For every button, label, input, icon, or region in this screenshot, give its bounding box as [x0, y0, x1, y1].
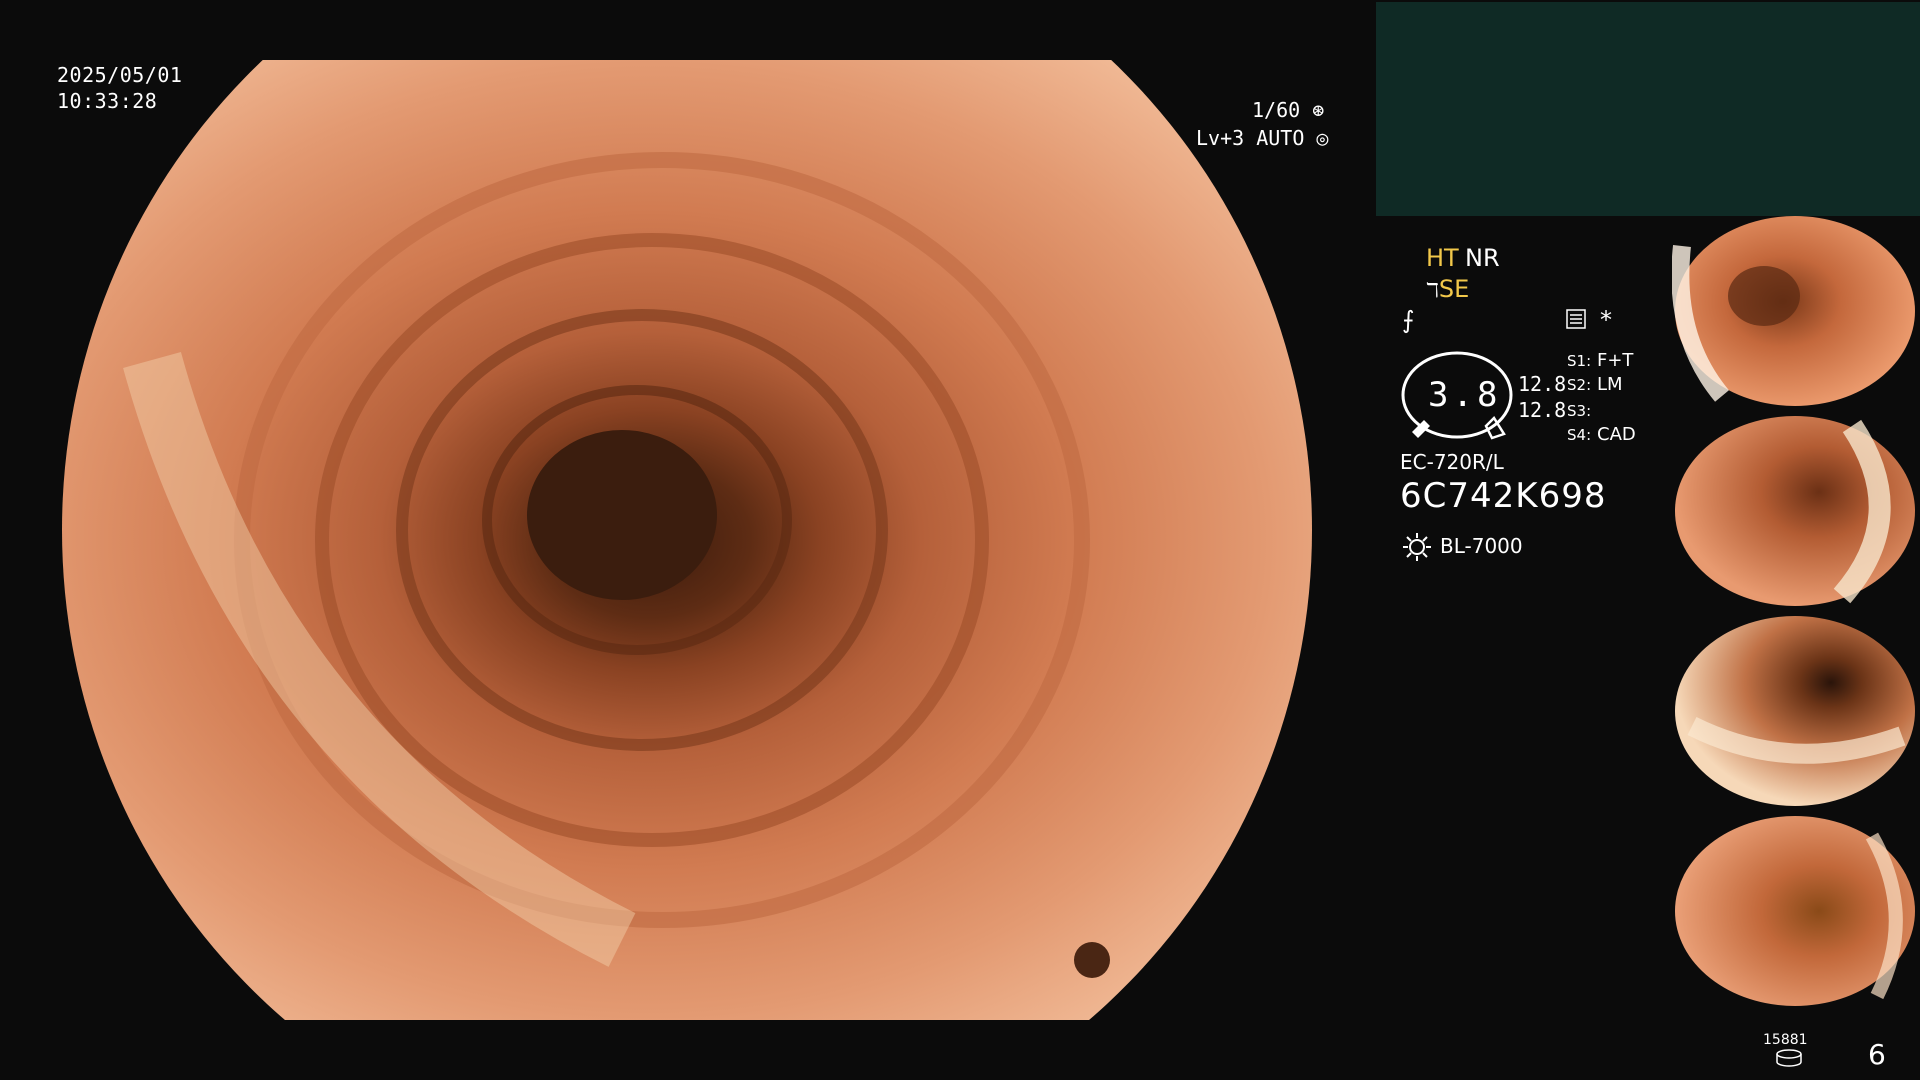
date-time: 2025/05/01 10:33:28 [57, 62, 182, 114]
level-label: Lv+3 AUTO [1196, 126, 1305, 150]
date-label: 2025/05/01 [57, 63, 183, 87]
switch-key: S1: [1567, 352, 1592, 370]
iris-icon: ◎ [1316, 126, 1329, 150]
flat-icon: ⨍ [1402, 306, 1415, 334]
wave-icon: ℸ [1426, 278, 1439, 302]
switch-value: CAD [1597, 424, 1636, 445]
capture-thumbnail[interactable] [1672, 816, 1918, 1006]
image-counter: 15881 [1763, 1032, 1808, 1048]
se-indicator: ℸSE [1426, 275, 1469, 303]
menu-icon [1566, 309, 1586, 329]
scope-model: EC-720R/L [1400, 450, 1504, 474]
switch-s2: S2: LM [1567, 374, 1623, 395]
capture-thumbnail[interactable] [1672, 216, 1918, 406]
info-panel [1376, 2, 1920, 216]
se-label: SE [1438, 275, 1470, 303]
ht-indicator: HT [1426, 244, 1459, 272]
switch-value: F+T [1597, 350, 1634, 371]
page-number: 6 [1868, 1038, 1886, 1071]
endoscope-main-view [62, 60, 1312, 1020]
shutter-label: 1/60 [1252, 98, 1301, 122]
capture-thumbnail[interactable] [1672, 616, 1918, 806]
value-one: 12.8 [1518, 372, 1567, 396]
capture-thumbnail[interactable] [1672, 416, 1918, 606]
scope-serial: 6C742K698 [1400, 476, 1607, 516]
sun-lamp-icon [1402, 532, 1432, 562]
time-label: 10:33:28 [57, 89, 158, 113]
switch-s4: S4: CAD [1567, 424, 1636, 445]
value-two: 12.8 [1518, 398, 1567, 422]
switch-key: S2: [1567, 376, 1592, 394]
star-indicator: * [1600, 306, 1612, 334]
stack-icon [1775, 1049, 1803, 1067]
switch-key: S4: [1567, 426, 1592, 444]
switch-s3: S3: [1567, 400, 1597, 421]
aperture-icon: ⊛ [1312, 98, 1325, 122]
switch-key: S3: [1567, 402, 1592, 420]
exposure-level: Lv+3 AUTO ◎ [1196, 126, 1328, 150]
nr-indicator: NR [1465, 244, 1500, 272]
zoom-value: 3.8 [1428, 375, 1502, 415]
switch-value: LM [1597, 374, 1623, 395]
switch-s1: S1: F+T [1567, 350, 1633, 371]
shutter-speed: 1/60 ⊛ [1252, 98, 1324, 122]
light-source: BL-7000 [1440, 534, 1523, 558]
